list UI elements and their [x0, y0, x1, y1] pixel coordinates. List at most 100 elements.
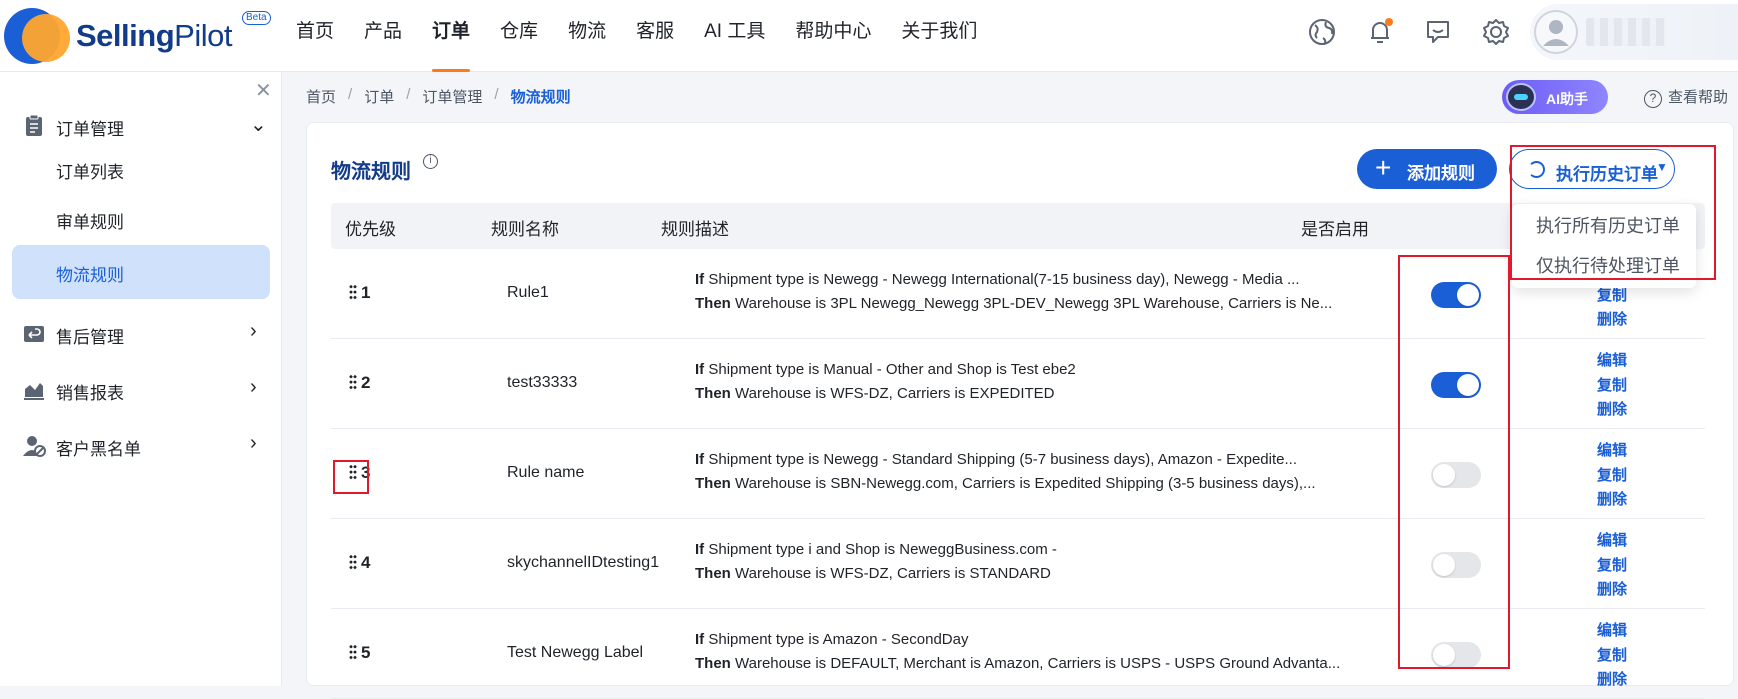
priority-value: 1 — [361, 283, 372, 302]
drag-handle[interactable]: 1 — [349, 283, 371, 303]
copy-link[interactable]: 复制 — [1597, 554, 1627, 579]
priority-value: 2 — [361, 373, 372, 392]
gear-icon[interactable] — [1480, 16, 1512, 48]
add-rule-button[interactable]: + 添加规则 — [1357, 149, 1497, 189]
drag-handle[interactable]: 2 — [349, 373, 371, 393]
user-name-blurred — [1586, 18, 1666, 46]
rule-description: If Shipment type is Manual - Other and S… — [695, 358, 1383, 406]
table-row: 4 skychannelIDtesting1 If Shipment type i … — [331, 519, 1705, 609]
help-link[interactable]: ? 查看帮助 — [1644, 86, 1728, 108]
drag-handle[interactable]: 4 — [349, 553, 371, 573]
sidebar-group-customer-blacklist[interactable]: 客户黑名单 › — [0, 422, 282, 470]
execute-history-orders-button[interactable]: 执行历史订单 ▼ — [1509, 149, 1675, 189]
if-label: If — [695, 361, 705, 378]
question-icon: ? — [1644, 90, 1662, 108]
clipboard-icon — [26, 114, 42, 136]
rule-description: If Shipment type is Newegg - Newegg Inte… — [695, 268, 1383, 316]
edit-link[interactable]: 编辑 — [1597, 619, 1627, 644]
then-label: Then — [695, 565, 731, 582]
menu-item-execute-all-history[interactable]: 执行所有历史订单 — [1536, 212, 1680, 238]
page-title: 物流规则 — [331, 161, 411, 183]
sidebar-item-order-list[interactable]: 订单列表 — [12, 142, 270, 196]
breadcrumb-home[interactable]: 首页 — [306, 86, 336, 107]
drag-handle[interactable]: 5 — [349, 643, 371, 663]
then-text: Warehouse is WFS-DZ, Carriers is EXPEDIT… — [735, 385, 1055, 402]
delete-link[interactable]: 删除 — [1597, 668, 1627, 693]
rule-description: If Shipment type is Amazon - SecondDay Th… — [695, 628, 1383, 676]
col-rule-description: 规则描述 — [661, 220, 729, 239]
chat-icon[interactable] — [1422, 16, 1454, 48]
info-icon[interactable]: i — [423, 154, 438, 169]
then-label: Then — [695, 475, 731, 492]
if-text: Shipment type i and Shop is NeweggBusine… — [708, 541, 1057, 558]
drag-dots-icon — [349, 644, 357, 660]
col-enabled: 是否启用 — [1301, 220, 1369, 239]
drag-dots-icon — [349, 284, 357, 300]
enabled-toggle[interactable] — [1431, 372, 1481, 398]
breadcrumb-current: 物流规则 — [510, 89, 571, 106]
rule-name: Test Newegg Label — [507, 644, 644, 661]
breadcrumb-orders[interactable]: 订单 — [364, 86, 394, 107]
nav-logistics[interactable]: 物流 — [568, 0, 606, 72]
nav-home[interactable]: 首页 — [296, 0, 334, 72]
nav-support[interactable]: 客服 — [636, 0, 674, 72]
if-text: Shipment type is Manual - Other and Shop… — [708, 361, 1076, 378]
rule-name: Rule1 — [507, 284, 549, 301]
delete-link[interactable]: 删除 — [1597, 398, 1627, 423]
logo[interactable]: SellingPilot Beta — [0, 2, 280, 68]
chart-icon — [24, 383, 44, 400]
ai-assistant-button[interactable]: AI助手 — [1502, 80, 1608, 114]
nav-help-center[interactable]: 帮助中心 — [795, 0, 871, 72]
plus-icon: + — [1375, 152, 1392, 183]
row-actions: 编辑复制删除 — [1597, 439, 1627, 513]
edit-link[interactable]: 编辑 — [1597, 439, 1627, 464]
table-row: 3 Rule name If Shipment type is Newegg - S… — [331, 429, 1705, 519]
delete-link[interactable]: 删除 — [1597, 308, 1627, 333]
edit-link[interactable]: 编辑 — [1597, 349, 1627, 374]
if-text: Shipment type is Newegg - Standard Shipp… — [708, 451, 1297, 468]
globe-icon[interactable] — [1306, 16, 1338, 48]
nav-warehouse[interactable]: 仓库 — [500, 0, 538, 72]
main-nav: 首页 产品 订单 仓库 物流 客服 AI 工具 帮助中心 关于我们 — [296, 0, 1007, 72]
bell-icon[interactable] — [1364, 16, 1396, 48]
table-row: 1 Rule1 If Shipment type is Newegg - Neweg… — [331, 249, 1705, 339]
nav-products[interactable]: 产品 — [364, 0, 402, 72]
then-text: Warehouse is DEFAULT, Merchant is Amazon… — [735, 655, 1341, 672]
edit-link[interactable]: 编辑 — [1597, 529, 1627, 554]
sidebar-group-sales-reports[interactable]: 销售报表 › — [0, 366, 282, 414]
drag-handle[interactable]: 3 — [349, 463, 371, 483]
breadcrumb-order-management[interactable]: 订单管理 — [422, 86, 482, 107]
user-block-icon — [23, 436, 46, 457]
enabled-toggle[interactable] — [1431, 462, 1481, 488]
delete-link[interactable]: 删除 — [1597, 488, 1627, 513]
avatar — [1534, 10, 1578, 54]
if-text: Shipment type is Amazon - SecondDay — [708, 631, 969, 648]
robot-icon — [1506, 83, 1536, 111]
drag-dots-icon — [349, 554, 357, 570]
sidebar-item-order-review-rules[interactable]: 审单规则 — [12, 192, 270, 246]
then-label: Then — [695, 295, 731, 312]
enabled-toggle[interactable] — [1431, 642, 1481, 668]
chevron-right-icon: › — [250, 432, 257, 454]
row-actions: 编辑复制删除 — [1597, 529, 1627, 603]
drag-dots-icon — [349, 374, 357, 390]
copy-link[interactable]: 复制 — [1597, 464, 1627, 489]
user-menu[interactable] — [1530, 4, 1738, 60]
menu-item-execute-pending-only[interactable]: 仅执行待处理订单 — [1536, 252, 1680, 278]
priority-value: 4 — [361, 553, 372, 572]
delete-link[interactable]: 删除 — [1597, 578, 1627, 603]
nav-about[interactable]: 关于我们 — [901, 0, 977, 72]
history-orders-menu: 执行所有历史订单 仅执行待处理订单 — [1512, 204, 1696, 288]
top-bar: SellingPilot Beta 首页 产品 订单 仓库 物流 客服 AI 工… — [0, 0, 1738, 72]
col-priority: 优先级 — [345, 220, 396, 239]
copy-link[interactable]: 复制 — [1597, 374, 1627, 399]
copy-link[interactable]: 复制 — [1597, 644, 1627, 669]
nav-orders[interactable]: 订单 — [432, 0, 471, 72]
close-icon[interactable]: ✕ — [255, 78, 272, 103]
enabled-toggle[interactable] — [1431, 552, 1481, 578]
sidebar-item-logistics-rules[interactable]: 物流规则 — [12, 245, 270, 299]
nav-ai-tools[interactable]: AI 工具 — [704, 0, 765, 72]
enabled-toggle[interactable] — [1431, 282, 1481, 308]
sidebar: ✕ 订单管理 ⌄ 订单列表 审单规则 物流规则 售后管理 › 销售报表 › 客户… — [0, 72, 282, 686]
sidebar-group-after-sales[interactable]: 售后管理 › — [0, 310, 282, 358]
